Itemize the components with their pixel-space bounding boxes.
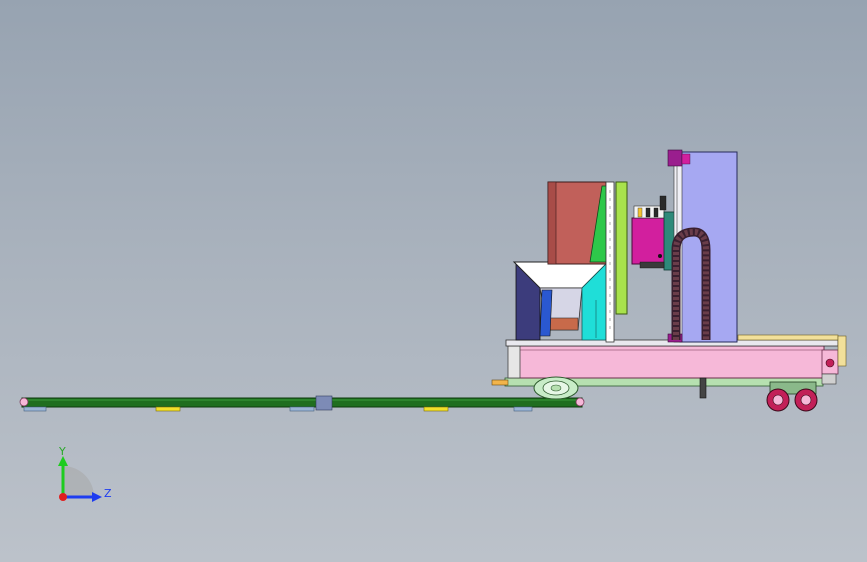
rail-end-cap — [575, 397, 585, 407]
rail-foot — [315, 395, 333, 411]
z-axis-label: Z — [104, 487, 112, 500]
triad-quadrant — [63, 466, 94, 497]
coordinate-triad: Y Z — [58, 445, 112, 502]
lime-guide-plate[interactable] — [615, 181, 628, 315]
z-axis-arrow — [92, 492, 102, 502]
rail-foot — [23, 406, 47, 412]
rail-foot — [155, 406, 181, 412]
drive-wheel[interactable] — [533, 376, 579, 400]
x-axis-origin — [59, 493, 67, 501]
cad-graphics-viewport[interactable]: Y Z — [0, 0, 867, 562]
rail-foot — [513, 406, 533, 412]
caster-wheels[interactable] — [766, 381, 818, 412]
rail-foot — [423, 406, 449, 412]
guide-rail[interactable] — [19, 395, 585, 412]
y-axis-label: Y — [58, 445, 66, 458]
hopper-assembly[interactable] — [512, 261, 610, 341]
rail-foot — [289, 406, 315, 412]
rail-end-cap — [19, 397, 29, 407]
